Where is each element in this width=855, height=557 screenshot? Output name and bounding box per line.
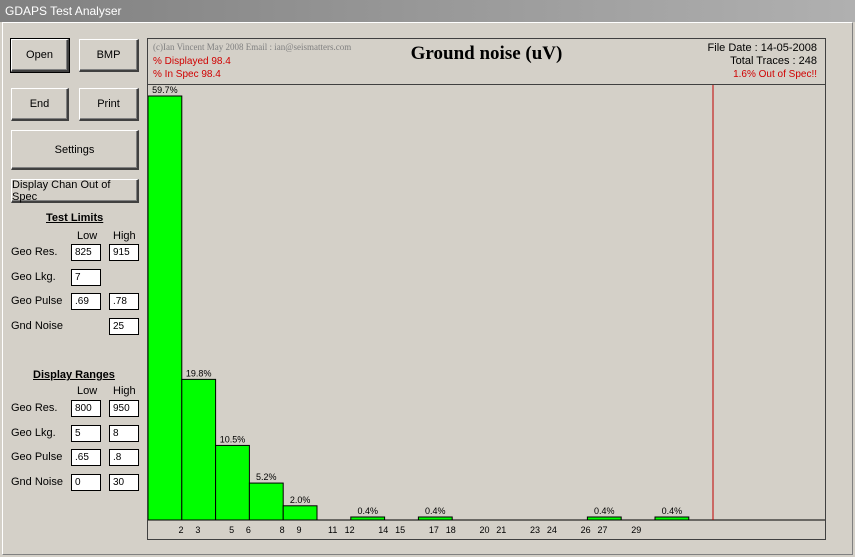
display-ranges-high-label: High <box>113 385 136 397</box>
x-tick-label: 2 <box>178 525 183 535</box>
range-gnd-noise-label: Gnd Noise <box>11 476 63 488</box>
test-geo-pulse-low-input[interactable]: .69 <box>71 293 101 310</box>
histogram-bar <box>586 516 622 521</box>
range-geo-pulse-low-input[interactable]: .65 <box>71 449 101 466</box>
x-tick-label: 8 <box>280 525 285 535</box>
x-tick-label: 15 <box>395 525 405 535</box>
test-limits-heading: Test Limits <box>46 212 104 224</box>
bar-value-label: 0.4% <box>357 506 378 516</box>
x-tick-label: 21 <box>496 525 506 535</box>
x-tick-label: 11 <box>328 525 337 535</box>
range-geo-res-label: Geo Res. <box>11 402 58 414</box>
bmp-button[interactable]: BMP <box>79 39 139 72</box>
x-tick-label: 18 <box>446 525 456 535</box>
histogram-panel: (c)Ian Vincent May 2008 Email : ian@seis… <box>147 38 826 540</box>
bar-value-label: 2.0% <box>290 495 311 505</box>
display-ranges-low-label: Low <box>77 385 98 397</box>
test-geo-res-low-input[interactable]: 825 <box>71 244 101 261</box>
range-gnd-noise-high-input[interactable]: 30 <box>109 474 139 491</box>
bar-value-label: 0.4% <box>594 506 615 516</box>
test-geo-lkg-label: Geo Lkg. <box>11 271 56 283</box>
x-tick-label: 20 <box>479 525 489 535</box>
range-geo-lkg-low-input[interactable]: 5 <box>71 425 101 442</box>
x-tick-label: 26 <box>581 525 591 535</box>
range-geo-res-high-input[interactable]: 950 <box>109 400 139 417</box>
window-title: GDAPS Test Analyser <box>5 4 122 18</box>
range-geo-pulse-high-input[interactable]: .8 <box>109 449 139 466</box>
x-tick-label: 12 <box>345 525 355 535</box>
test-limits-low-label: Low <box>77 230 98 242</box>
bar-value-label: 19.8% <box>186 368 212 378</box>
histogram-bar <box>654 516 690 521</box>
test-gnd-noise-label: Gnd Noise <box>11 320 63 332</box>
x-tick-label: 3 <box>195 525 200 535</box>
bar-value-label: 0.4% <box>425 506 446 516</box>
test-geo-res-high-input[interactable]: 915 <box>109 244 139 261</box>
range-gnd-noise-low-input[interactable]: 0 <box>71 474 101 491</box>
settings-button[interactable]: Settings <box>11 130 139 170</box>
print-button[interactable]: Print <box>79 88 139 121</box>
open-button[interactable]: Open <box>10 38 70 73</box>
x-tick-label: 23 <box>530 525 540 535</box>
x-tick-label: 5 <box>229 525 234 535</box>
bar-value-label: 5.2% <box>256 472 277 482</box>
range-geo-pulse-label: Geo Pulse <box>11 451 63 463</box>
title-bar: GDAPS Test Analyser <box>0 0 855 22</box>
x-tick-label: 27 <box>597 525 607 535</box>
histogram-bar <box>248 482 284 521</box>
histogram-bar <box>282 505 318 521</box>
histogram-bar <box>350 516 386 521</box>
histogram-chart: 59.7%19.8%10.5%5.2%2.0%0.4% 0.4% 0.4% 0.4%2… <box>148 85 825 535</box>
histogram-bar <box>417 516 453 521</box>
histogram-bar <box>148 95 183 521</box>
test-geo-pulse-label: Geo Pulse <box>11 295 63 307</box>
range-geo-res-low-input[interactable]: 800 <box>71 400 101 417</box>
test-gnd-noise-high-input[interactable]: 25 <box>109 318 139 335</box>
bar-value-label: 59.7% <box>152 85 178 95</box>
test-geo-pulse-high-input[interactable]: .78 <box>109 293 139 310</box>
bar-value-label: 10.5% <box>220 434 246 444</box>
histogram-bar <box>215 444 250 521</box>
x-tick-label: 9 <box>296 525 301 535</box>
display-chan-out-of-spec-button[interactable]: Display Chan Out of Spec <box>11 179 139 203</box>
x-tick-label: 24 <box>547 525 557 535</box>
range-geo-lkg-label: Geo Lkg. <box>11 427 56 439</box>
test-limits-high-label: High <box>113 230 136 242</box>
x-tick-label: 29 <box>631 525 641 535</box>
range-geo-lkg-high-input[interactable]: 8 <box>109 425 139 442</box>
test-geo-lkg-low-input[interactable]: 7 <box>71 269 101 286</box>
display-ranges-heading: Display Ranges <box>33 369 115 381</box>
histogram-bar <box>181 378 217 521</box>
x-tick-label: 14 <box>378 525 388 535</box>
end-button[interactable]: End <box>11 88 69 121</box>
x-tick-label: 17 <box>429 525 439 535</box>
x-tick-label: 6 <box>246 525 251 535</box>
bar-value-label: 0.4% <box>662 506 683 516</box>
test-geo-res-label: Geo Res. <box>11 246 58 258</box>
